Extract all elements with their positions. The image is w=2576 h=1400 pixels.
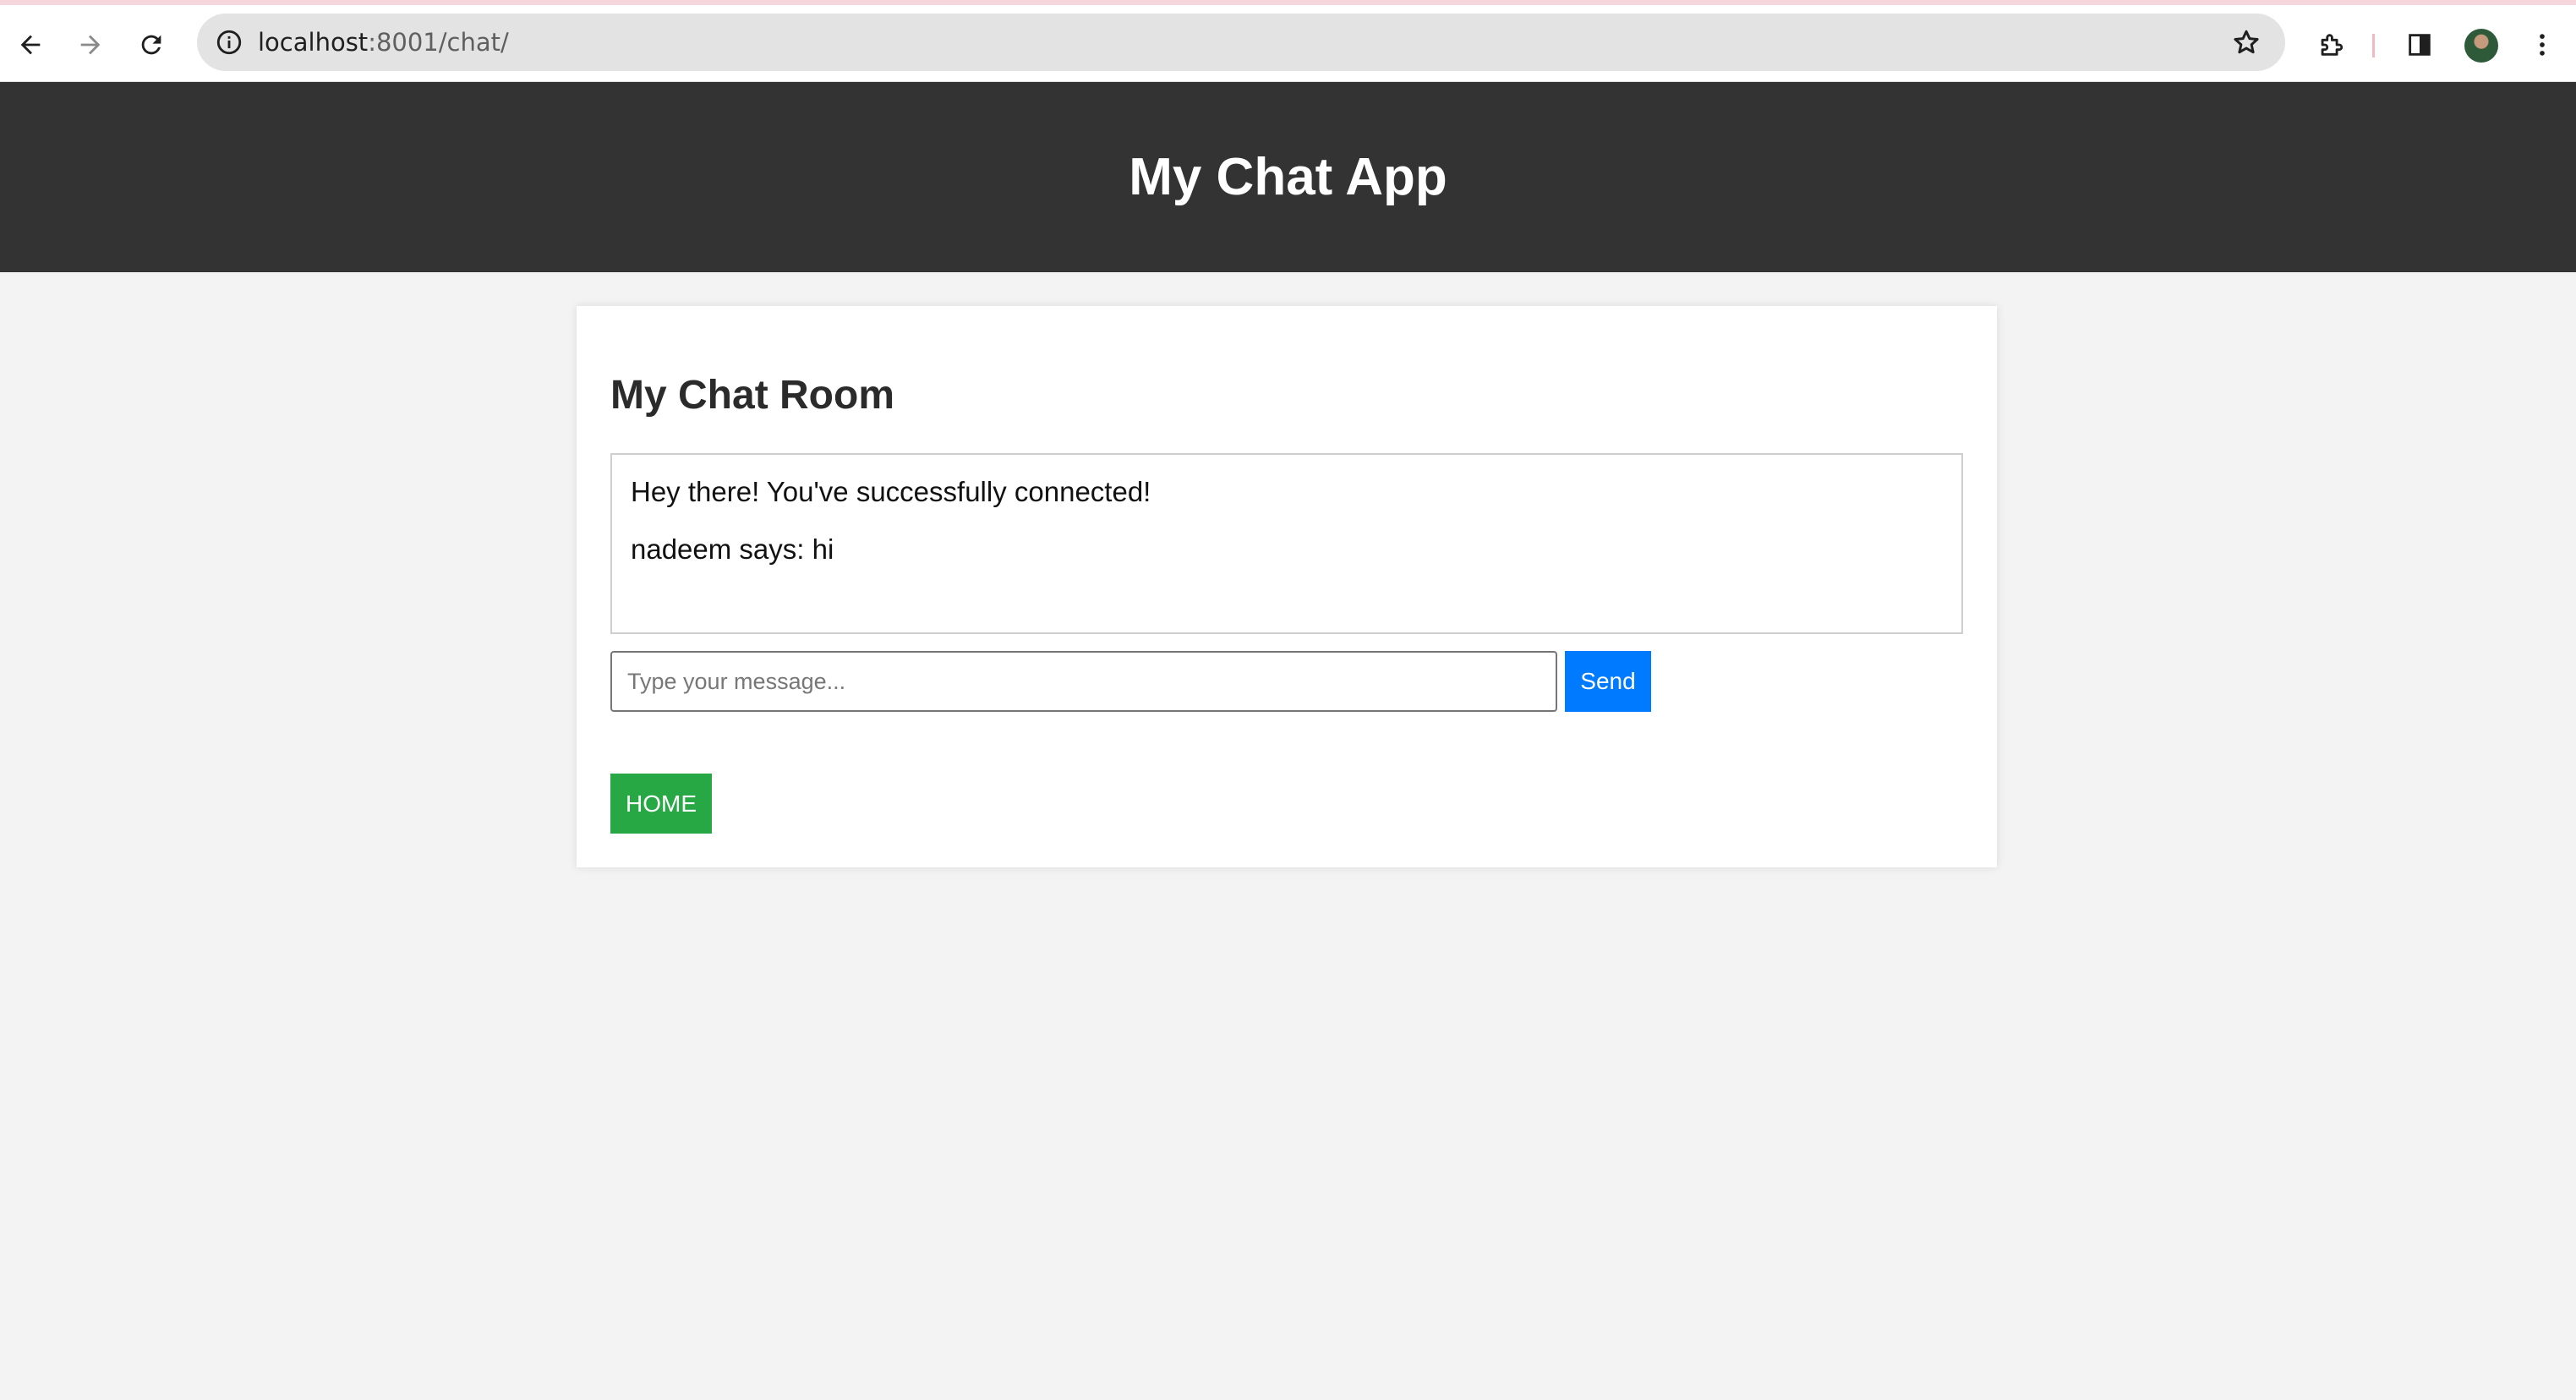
toolbar-divider [2372, 34, 2375, 57]
room-title: My Chat Room [610, 373, 894, 418]
send-button[interactable]: Send [1565, 651, 1651, 712]
chat-message: nadeem says: hi [631, 533, 834, 565]
url-host: localhost [258, 28, 369, 57]
message-log: Hey there! You've successfully connected… [610, 453, 1963, 634]
forward-arrow-icon[interactable] [70, 25, 111, 65]
extensions-icon[interactable] [2311, 25, 2351, 65]
profile-avatar[interactable] [2464, 29, 2498, 63]
reload-icon[interactable] [131, 25, 172, 65]
chat-message: Hey there! You've successfully connected… [631, 476, 1151, 507]
app-header: My Chat App [0, 82, 2576, 272]
message-input[interactable] [610, 651, 1557, 712]
chat-card: My Chat Room Hey there! You've successfu… [577, 306, 1997, 867]
address-bar[interactable]: localhost:8001/chat/ [197, 14, 2285, 71]
bookmark-star-icon[interactable] [2228, 24, 2265, 61]
home-button[interactable]: HOME [610, 774, 712, 834]
browser-toolbar: localhost:8001/chat/ [0, 0, 2576, 82]
app-title: My Chat App [1129, 148, 1447, 206]
url-text[interactable]: localhost:8001/chat/ [258, 25, 509, 59]
back-arrow-icon[interactable] [10, 25, 51, 65]
site-info-icon[interactable] [212, 25, 246, 59]
message-composer: Send [610, 651, 1651, 712]
url-path: :8001/chat/ [368, 28, 509, 57]
kebab-menu-icon[interactable] [2522, 25, 2562, 65]
side-panel-icon[interactable] [2399, 25, 2440, 65]
